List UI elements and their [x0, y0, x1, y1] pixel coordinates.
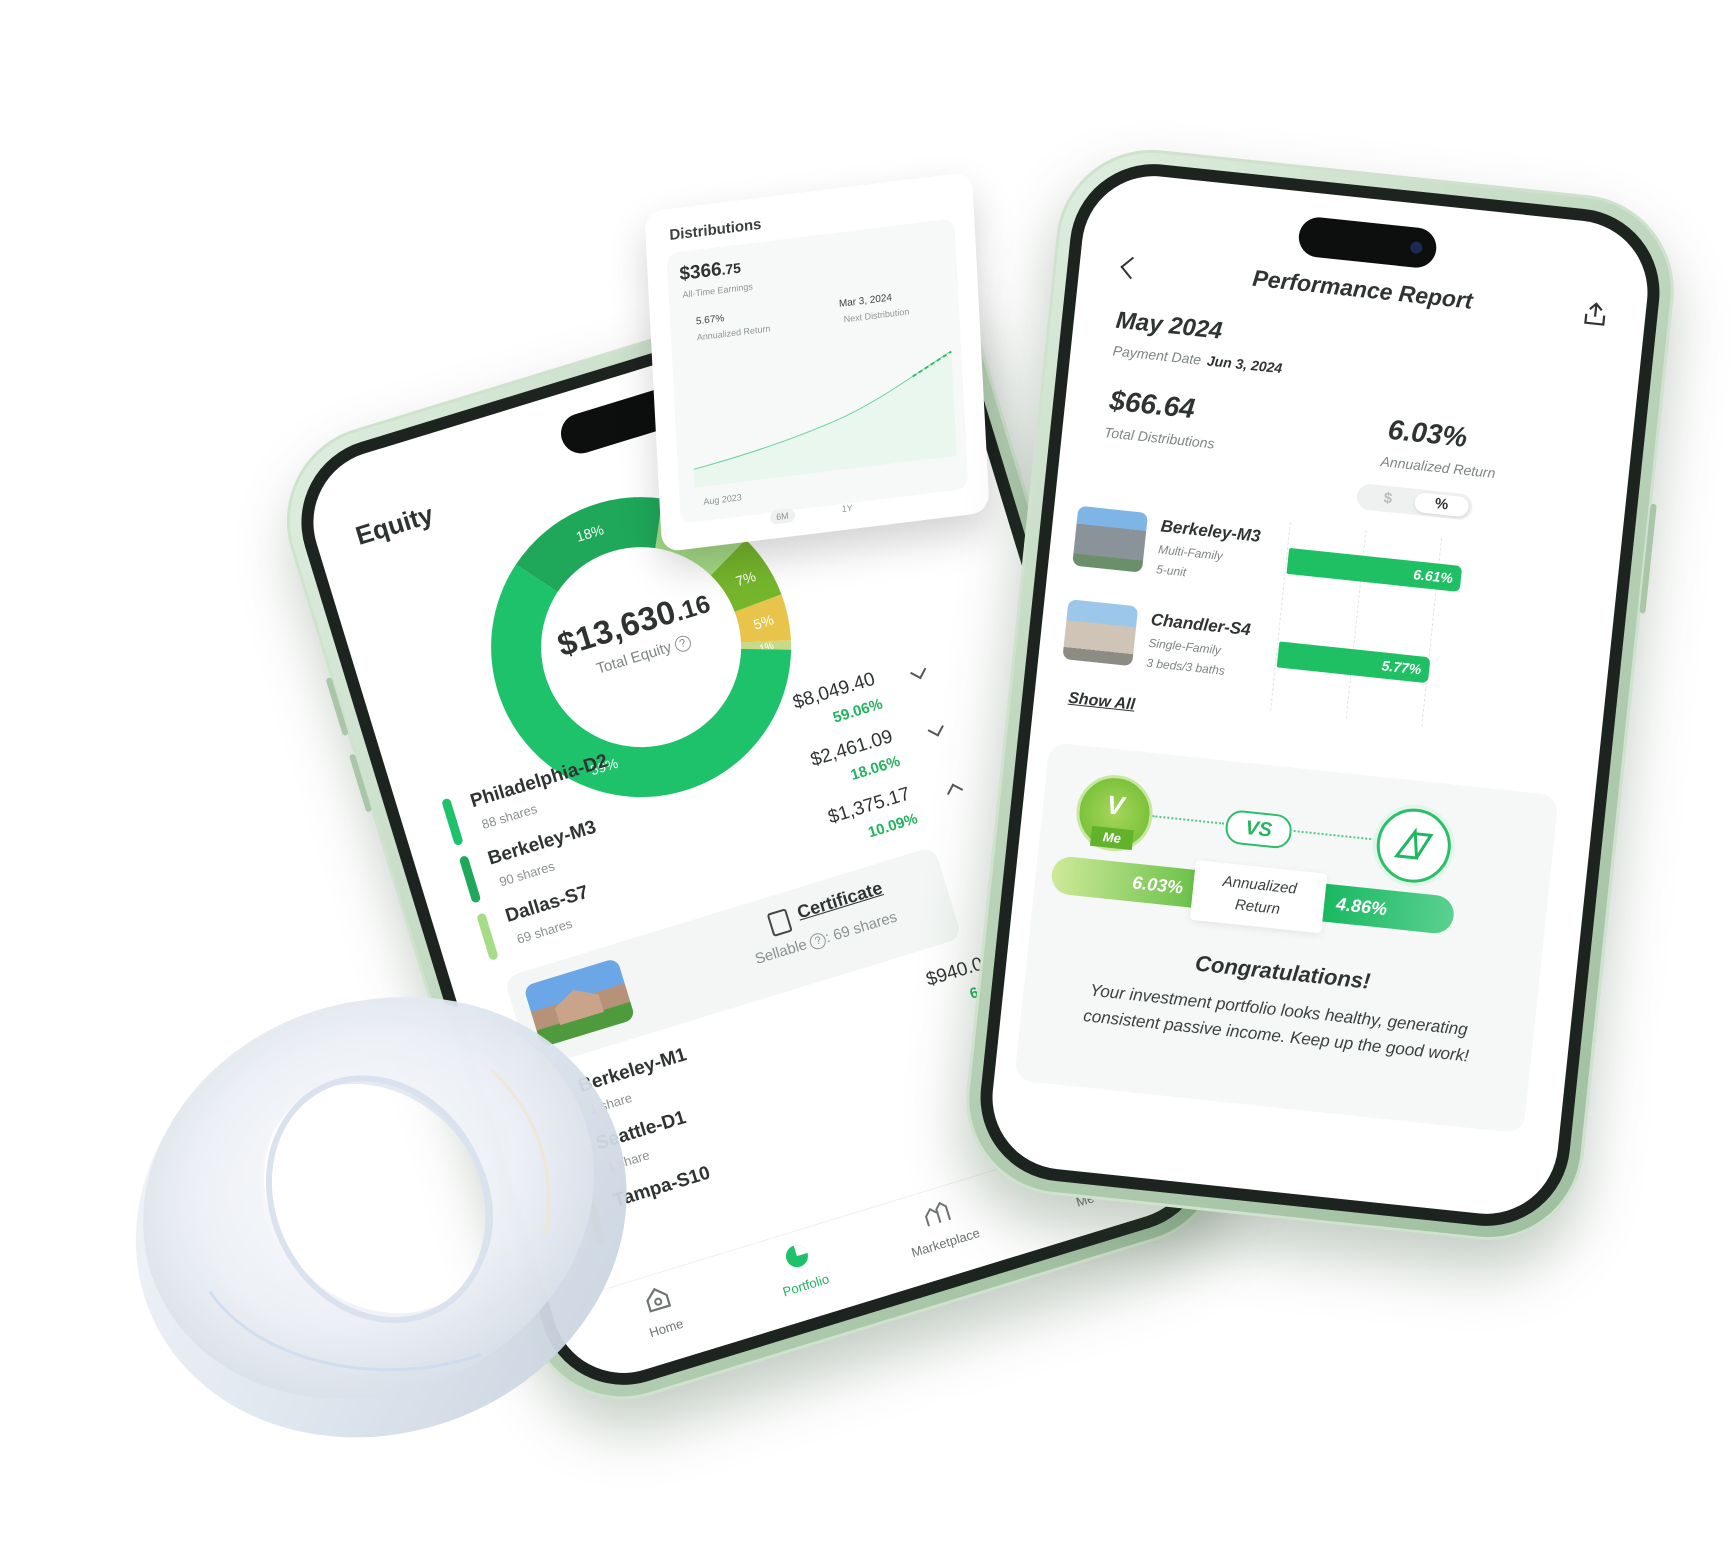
me-label: Me [1089, 825, 1134, 851]
pie-chart-icon [785, 1245, 808, 1268]
property-units: 3 beds/3 baths [1145, 655, 1226, 678]
property-units: 5-unit [1155, 562, 1187, 580]
property-returns: Berkeley-M3 Multi-Family 5-unit 6.61% Chandl… [1034, 497, 1620, 755]
total-distributions-value: $66.64 [1108, 384, 1197, 425]
tab-marketplace-label: Marketplace [909, 1225, 982, 1261]
total-distributions-label: Total Distributions [1103, 424, 1216, 452]
property-name: Chandler-S4 [1149, 609, 1252, 640]
report-screen: Performance Report May 2024 Payment Date… [985, 169, 1655, 1221]
chevron-up-icon[interactable] [946, 783, 964, 800]
property-type: Multi-Family [1157, 542, 1224, 564]
benchmark-comparison: V Me VS 6.03% Annualized Return 4.86% Con… [1014, 741, 1559, 1134]
vs-badge: VS [1224, 808, 1294, 850]
dynamic-island [1296, 215, 1439, 270]
annualized-return-value: 6.03% [1386, 413, 1469, 453]
report-phone: Performance Report May 2024 Payment Date… [956, 140, 1684, 1250]
property-return-bar: 5.77% [1276, 641, 1431, 684]
certificate-icon [766, 908, 793, 938]
property-type: Single-Family [1147, 635, 1222, 658]
comparison-label: Annualized Return [1189, 859, 1328, 934]
toggle-dollar[interactable]: $ [1360, 486, 1416, 512]
report-month: May 2024 [1114, 306, 1224, 345]
glass-ring-decoration [135, 996, 627, 1438]
page-title: Equity [351, 498, 437, 551]
range-6m-button[interactable]: 6M [769, 507, 795, 525]
toggle-percent[interactable]: % [1413, 491, 1470, 518]
distributions-title: Distributions [669, 215, 762, 245]
my-return-bar: 6.03% [1049, 855, 1196, 908]
holding-color-bar [441, 797, 464, 847]
volume-button [325, 676, 349, 737]
distributions-card[interactable]: Distributions $366.75 All-Time Earnings … [644, 171, 990, 553]
unit-toggle[interactable]: $ % [1355, 482, 1474, 521]
marketplace-icon [924, 1201, 951, 1227]
benchmark-logo [1373, 804, 1455, 887]
range-1y-button[interactable]: 1Y [841, 503, 852, 514]
chevron-down-icon[interactable] [910, 663, 927, 680]
me-avatar: V Me [1072, 771, 1157, 855]
property-photo [1072, 505, 1149, 573]
annualized-return-label: Annualized Return [1379, 453, 1497, 482]
share-icon[interactable] [1582, 300, 1609, 328]
tab-marketplace[interactable]: Marketplace [880, 1184, 1000, 1266]
benchmark-return-bar: 4.86% [1322, 883, 1456, 936]
payment-date: Payment Date Jun 3, 2024 [1112, 342, 1284, 377]
property-name: Berkeley-M3 [1159, 516, 1262, 546]
chevron-down-icon[interactable] [927, 720, 944, 737]
holding-color-bar [458, 854, 482, 904]
benchmark-logo-icon [1393, 827, 1434, 860]
property-photo [1062, 599, 1139, 667]
property-return-bar: 6.61% [1286, 547, 1463, 593]
power-button [1639, 503, 1657, 614]
dotted-connector [1152, 815, 1225, 825]
tab-portfolio-label: Portfolio [780, 1271, 831, 1300]
volume-button-2 [348, 753, 373, 813]
me-initial: V [1105, 789, 1126, 822]
dotted-connector [1289, 829, 1376, 841]
tab-portfolio[interactable]: Portfolio [740, 1227, 860, 1309]
